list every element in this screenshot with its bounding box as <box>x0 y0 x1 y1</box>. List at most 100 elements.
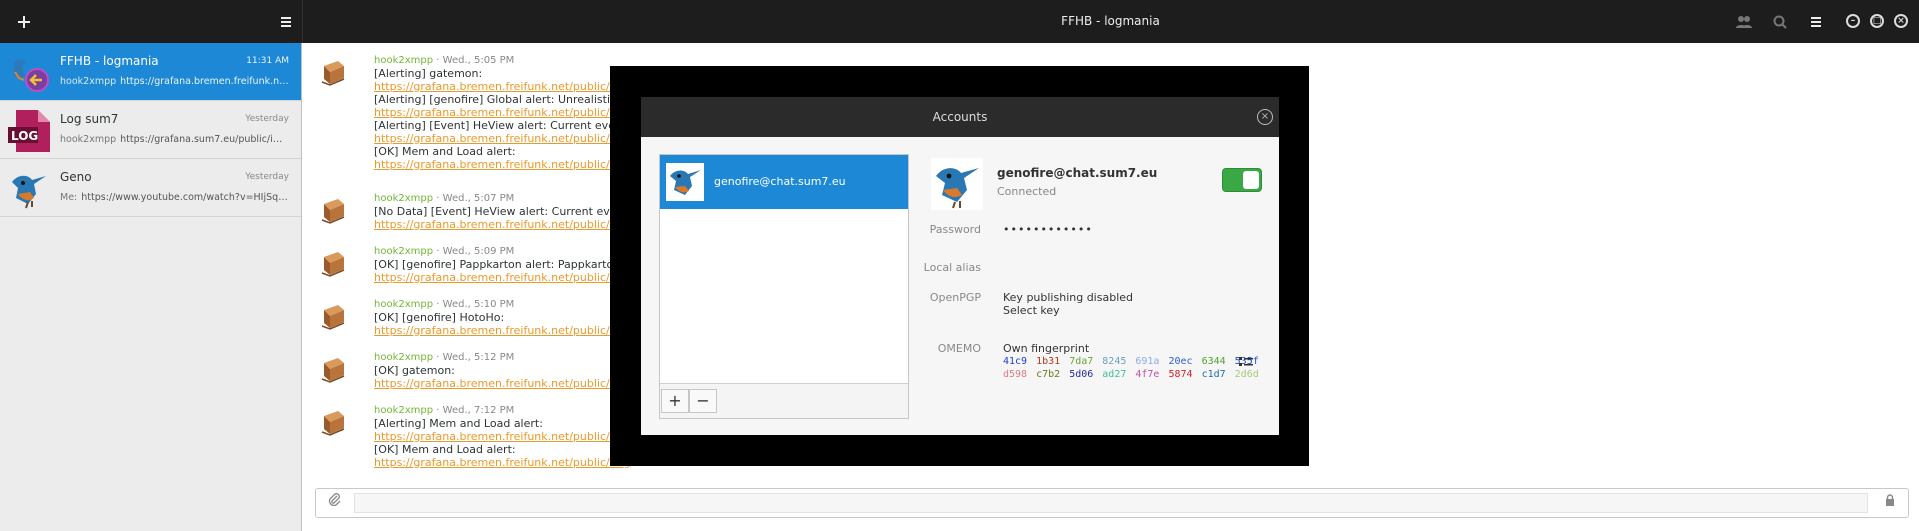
omemo-fingerprint-title: Own fingerprint <box>1003 342 1090 355</box>
message-time: Wed., 5:12 PM <box>442 352 515 363</box>
conversation-item[interactable]: FFHB - logmania 11:31 AM hook2xmpp https:… <box>0 43 301 101</box>
message-header: hook2xmpp · Wed., 5:05 PM <box>374 55 514 66</box>
sender-avatar-icon <box>321 61 345 86</box>
message-text: [OK] Mem and Load alert: <box>374 145 516 158</box>
plus-icon[interactable] <box>12 10 36 34</box>
dialog-header: Accounts × <box>641 97 1279 137</box>
accounts-dialog: Accounts × genofire@chat.sum7.eu + − gen… <box>641 97 1279 435</box>
sender-avatar-icon <box>321 252 345 277</box>
conversation-menu-icon[interactable] <box>1806 12 1826 32</box>
openpgp-select-key[interactable]: Select key <box>1003 304 1060 317</box>
header-separator: · <box>433 55 443 66</box>
password-value[interactable]: •••••••••••• <box>1003 223 1093 236</box>
message-body: [No Data] [Event] HeView alert: Current … <box>374 205 645 231</box>
preview-text: https://grafana.bremen.freifunk.net/publ… <box>120 76 291 87</box>
message-header: hook2xmpp · Wed., 5:12 PM <box>374 352 514 363</box>
fingerprint-group: c1d7 <box>1201 369 1226 380</box>
preview-sender: hook2xmpp <box>60 76 117 87</box>
occupants-icon[interactable] <box>1734 12 1754 32</box>
message-body: [OK] gatemon: https://grafana.bremen.frei… <box>374 364 630 390</box>
message-text: [Alerting] Mem and Load alert: <box>374 417 543 430</box>
message-link[interactable]: https://grafana.bremen.freifunk.net/publ… <box>374 324 630 337</box>
message-input[interactable] <box>354 493 1868 513</box>
message-sender: hook2xmpp <box>374 405 434 416</box>
add-account-button[interactable]: + <box>661 389 689 413</box>
sender-avatar-icon <box>321 199 345 224</box>
message-text: [Alerting] [genofire] Global alert: Unre… <box>374 93 638 106</box>
preview-sender: hook2xmpp <box>60 134 117 145</box>
message-header: hook2xmpp · Wed., 5:10 PM <box>374 299 514 310</box>
group-avatar-icon <box>8 52 50 94</box>
message-link[interactable]: https://grafana.bremen.freifunk.net/publ… <box>374 218 645 231</box>
kingfisher-avatar-icon <box>8 168 50 210</box>
log-file-avatar-icon: LOG <box>8 110 50 152</box>
fingerprint-group: 41c9 <box>1003 356 1028 367</box>
minimize-icon[interactable]: – <box>1846 14 1860 28</box>
preview-text: https://www.youtube.com/watch?v=HIjSquJ7… <box>81 192 291 203</box>
account-list-item[interactable]: genofire@chat.sum7.eu <box>660 155 908 209</box>
message-link[interactable]: https://grafana.bremen.freifunk.net/publ… <box>374 80 643 93</box>
fingerprint-group: 2d6d <box>1234 369 1259 380</box>
search-icon[interactable] <box>1770 12 1790 32</box>
openpgp-label: OpenPGP <box>929 291 981 304</box>
conversation-item[interactable]: LOG Log sum7 Yesterday hook2xmpp https://… <box>0 101 301 159</box>
message-link[interactable]: https://grafana.bremen.freifunk.net/publ… <box>374 271 637 284</box>
fingerprint-group: 20ec <box>1168 356 1193 367</box>
message-time: Wed., 7:12 PM <box>442 405 515 416</box>
close-icon[interactable]: × <box>1894 14 1908 28</box>
manage-keys-list-icon[interactable] <box>1239 356 1253 368</box>
account-avatar[interactable] <box>931 158 983 210</box>
header-separator: · <box>433 405 443 416</box>
message-link[interactable]: https://grafana.bremen.freifunk.net/publ… <box>374 430 630 443</box>
message-text: [OK] gatemon: <box>374 364 455 377</box>
dialog-title: Accounts <box>932 110 988 124</box>
header-separator: · <box>433 299 443 310</box>
message-time: Wed., 5:07 PM <box>442 193 515 204</box>
paperclip-icon[interactable] <box>324 492 344 512</box>
message-text: [No Data] [Event] HeView alert: Current … <box>374 205 645 218</box>
conversation-preview: hook2xmpp https://grafana.sum7.eu/public/… <box>60 134 291 145</box>
sender-avatar-icon <box>321 305 345 330</box>
message-link[interactable]: https://grafana.bremen.freifunk.net/publ… <box>374 456 630 469</box>
message-header: hook2xmpp · Wed., 5:09 PM <box>374 246 514 257</box>
fingerprint-group: 5874 <box>1168 369 1193 380</box>
message-sender: hook2xmpp <box>374 246 434 257</box>
message-body: [OK] [genofire] Pappkarton alert: Pappka… <box>374 258 637 284</box>
message-header: hook2xmpp · Wed., 5:07 PM <box>374 193 514 204</box>
maximize-icon[interactable]: □ <box>1870 14 1884 28</box>
fingerprint-group: d598 <box>1003 369 1028 380</box>
message-text: [OK] [genofire] Pappkarton alert: Pappka… <box>374 258 638 271</box>
account-list-toolbar: + − <box>660 383 908 418</box>
message-input-area <box>315 488 1909 518</box>
fingerprint-group: 1b31 <box>1036 356 1061 367</box>
svg-text:LOG: LOG <box>11 129 38 143</box>
message-body: [Alerting] Mem and Load alert: https://gr… <box>374 417 630 469</box>
message-sender: hook2xmpp <box>374 299 434 310</box>
preview-text: https://grafana.sum7.eu/public/img/attac… <box>120 134 291 145</box>
remove-account-button[interactable]: − <box>689 389 717 413</box>
conversation-name: Log sum7 <box>60 112 119 126</box>
account-enabled-toggle[interactable] <box>1222 168 1262 192</box>
connection-status: Connected <box>997 185 1057 198</box>
conversation-time: 11:31 AM <box>246 56 289 66</box>
message-sender: hook2xmpp <box>374 352 434 363</box>
fingerprint-row: 41c9 1b31 7da7 8245 691a 20ec 6344 535f <box>1003 355 1268 368</box>
conversation-item[interactable]: Geno Yesterday Me: https://www.youtube.co… <box>0 159 301 217</box>
password-label: Password <box>929 223 981 236</box>
dialog-close-icon[interactable]: × <box>1257 109 1273 125</box>
hamburger-menu-icon[interactable] <box>274 10 298 34</box>
message-link[interactable]: https://grafana.bremen.freifunk.net/publ… <box>374 158 643 171</box>
message-text: [OK] Mem and Load alert: <box>374 443 516 456</box>
conversation-preview: hook2xmpp https://grafana.bremen.freifunk… <box>60 76 291 87</box>
account-list-jid: genofire@chat.sum7.eu <box>714 175 846 188</box>
account-list: genofire@chat.sum7.eu + − <box>659 154 909 419</box>
header-separator: · <box>433 246 443 257</box>
message-link[interactable]: https://grafana.bremen.freifunk.net/publ… <box>374 132 643 145</box>
encryption-lock-icon[interactable] <box>1880 492 1900 512</box>
message-link[interactable]: https://grafana.bremen.freifunk.net/publ… <box>374 106 643 119</box>
omemo-label: OMEMO <box>937 342 981 355</box>
window-title: FFHB - logmania <box>1061 14 1160 28</box>
preview-sender: Me: <box>60 192 78 203</box>
openpgp-status: Key publishing disabled <box>1003 291 1133 304</box>
message-link[interactable]: https://grafana.bremen.freifunk.net/publ… <box>374 377 630 390</box>
